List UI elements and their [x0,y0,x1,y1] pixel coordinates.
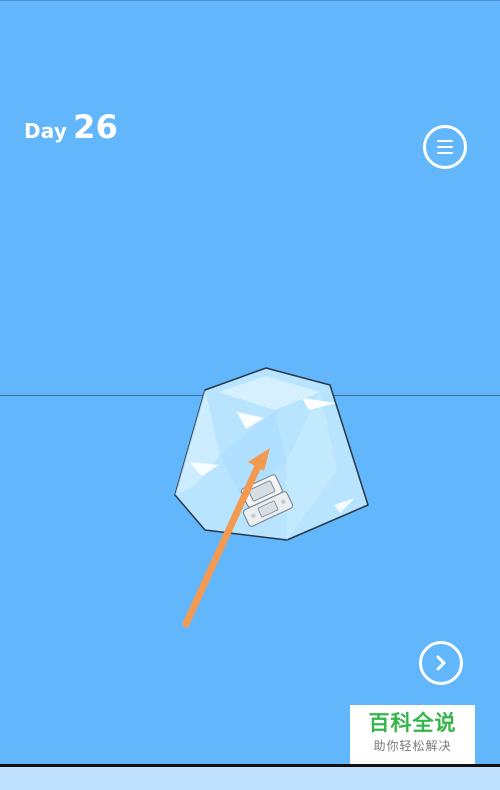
watermark-badge: 百科全说 助你轻松解决 [350,705,475,765]
next-button[interactable] [419,641,463,685]
watermark-subtitle: 助你轻松解决 [373,739,452,753]
bottom-bar [0,764,500,790]
chevron-right-icon [436,655,446,671]
watermark-title: 百科全说 [368,711,457,735]
